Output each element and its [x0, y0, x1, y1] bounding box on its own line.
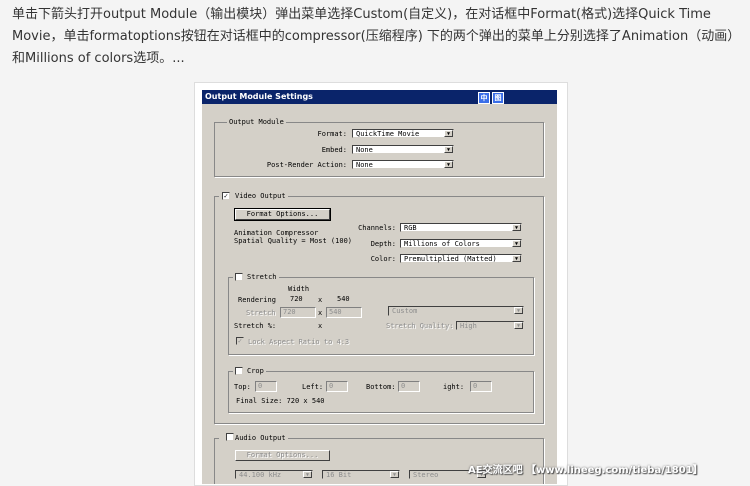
audio-format-options-button[interactable]: Format Options...: [235, 450, 330, 461]
post-render-select[interactable]: None ▼: [352, 160, 454, 169]
final-size-label: Final Size: 720 x 540: [236, 397, 325, 405]
crop-top-field[interactable]: 0: [255, 381, 277, 392]
chevron-down-icon: ▼: [444, 161, 453, 168]
chevron-down-icon: ▼: [303, 471, 312, 478]
audio-bits-select[interactable]: 16 Bit ▼: [322, 470, 400, 479]
audio-output-checkbox[interactable]: [226, 433, 234, 441]
crop-right-label: ight:: [443, 383, 465, 391]
output-module-legend: Output Module: [227, 118, 286, 127]
rendering-width: 720: [290, 295, 303, 303]
color-select-value: Premultiplied (Matted): [404, 255, 497, 263]
dialog-title: Output Module Settings: [205, 92, 313, 101]
depth-label: Depth:: [370, 240, 396, 248]
depth-select[interactable]: Millions of Colors ▼: [400, 239, 522, 248]
color-label: Color:: [370, 255, 396, 263]
lock-aspect-label: Lock Aspect Ratio to 4:3: [248, 338, 350, 346]
crop-left-field[interactable]: 0: [326, 381, 348, 392]
embed-select[interactable]: None ▼: [352, 145, 454, 154]
crop-left-label: Left:: [302, 383, 324, 391]
crop-bottom-label: Bottom:: [366, 383, 396, 391]
channels-select[interactable]: RGB ▼: [400, 223, 522, 232]
chevron-down-icon: ▼: [514, 322, 523, 329]
post-render-label: Post-Render Action:: [266, 161, 347, 169]
chevron-down-icon: ▼: [444, 130, 453, 137]
audio-bits-value: 16 Bit: [326, 471, 352, 479]
stretch-preset-value: Custom: [392, 307, 418, 315]
embed-label: Embed:: [321, 146, 347, 154]
audio-rate-select[interactable]: 44.100 kHz ▼: [235, 470, 313, 479]
watermark-text: AE交流区吧 【www.lineeg.com/tieba/1801】: [468, 465, 703, 476]
chevron-down-icon: ▼: [512, 255, 521, 262]
chevron-down-icon: ▼: [444, 146, 453, 153]
rendering-x: x: [318, 296, 323, 304]
audio-rate-value: 44.100 kHz: [239, 471, 282, 479]
color-select[interactable]: Premultiplied (Matted) ▼: [400, 254, 522, 263]
channels-select-value: RGB: [404, 224, 417, 232]
chevron-down-icon: ▼: [512, 224, 521, 231]
crop-top-label: Top:: [234, 383, 251, 391]
video-format-options-button[interactable]: Format Options...: [234, 208, 331, 221]
width-header: Width: [288, 285, 310, 293]
lock-aspect-checkbox[interactable]: ✓: [236, 337, 244, 345]
stretch-height-field[interactable]: 540: [326, 307, 362, 318]
post-render-select-value: None: [356, 161, 373, 169]
stretch-checkbox[interactable]: [235, 273, 243, 281]
chevron-down-icon: ▼: [390, 471, 399, 478]
chevron-down-icon: ▼: [512, 240, 521, 247]
rendering-height: 540: [337, 295, 350, 303]
rendering-label: Rendering: [238, 296, 276, 304]
stretch-percent-x: x: [318, 322, 323, 330]
stretch-label: Stretch: [246, 309, 276, 317]
stretch-x: x: [318, 309, 323, 317]
compressor-line-2: Spatial Quality = Most (100): [234, 237, 353, 245]
ime-picture-icon[interactable]: 图: [492, 92, 504, 104]
stretch-width-field[interactable]: 720: [280, 307, 316, 318]
format-select-value: QuickTime Movie: [356, 130, 420, 138]
stretch-quality-label: Stretch Quality:: [386, 322, 454, 330]
format-label: Format:: [317, 130, 347, 138]
depth-select-value: Millions of Colors: [404, 240, 480, 248]
crop-group: Crop: [228, 367, 534, 413]
stretch-quality-value: High: [460, 322, 477, 330]
embed-select-value: None: [356, 146, 373, 154]
audio-channels-value: Stereo: [413, 471, 439, 479]
crop-checkbox[interactable]: [235, 367, 243, 375]
stretch-percent-label: Stretch %:: [234, 322, 277, 330]
chevron-down-icon: ▼: [514, 307, 523, 314]
output-module-settings-dialog: Output Module Settings 中 图 Output Module…: [202, 90, 557, 484]
video-output-checkbox[interactable]: ✓: [222, 192, 230, 200]
crop-bottom-field[interactable]: 0: [398, 381, 420, 392]
format-select[interactable]: QuickTime Movie ▼: [352, 129, 454, 138]
dialog-titlebar[interactable]: Output Module Settings 中 图: [202, 90, 557, 104]
crop-right-field[interactable]: 0: [470, 381, 492, 392]
stretch-preset-select[interactable]: Custom ▼: [388, 306, 524, 316]
ime-chinese-icon[interactable]: 中: [478, 92, 490, 104]
article-paragraph: 单击下箭头打开output Module（输出模块）弹出菜单选择Custom(自…: [12, 7, 734, 66]
stretch-quality-select[interactable]: High ▼: [456, 321, 524, 330]
channels-label: Channels:: [358, 224, 396, 232]
